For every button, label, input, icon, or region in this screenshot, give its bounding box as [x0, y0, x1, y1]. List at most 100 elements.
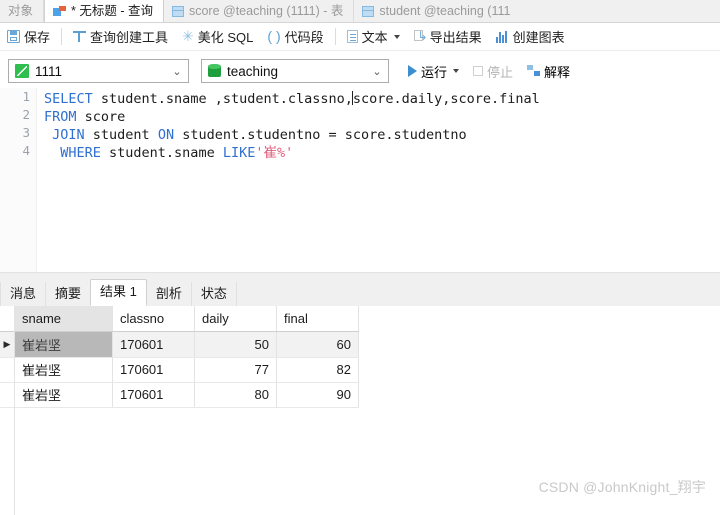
tab-student-table[interactable]: student @teaching (111 — [354, 0, 521, 22]
sql-string: '崔%' — [255, 145, 294, 161]
export-result-button-label: 导出结果 — [429, 30, 482, 45]
connection-select[interactable]: 1111 ⌄ — [8, 59, 189, 83]
tab-objects[interactable]: 对象 — [0, 0, 45, 22]
sql-text: student.sname ,student.classno, — [92, 91, 353, 107]
code-snippet-button-label: 代码段 — [284, 30, 324, 45]
table-row[interactable]: 崔岩坚 170601 80 90 — [0, 382, 359, 408]
watermark: CSDN @JohnKnight_翔宇 — [538, 479, 706, 495]
document-tab-strip: 对象 * 无标题 - 查询 score @teaching (1111) - 表… — [0, 0, 720, 23]
tab-untitled-query[interactable]: * 无标题 - 查询 — [44, 0, 164, 22]
cell-final[interactable]: 60 — [276, 331, 359, 358]
query-builder-icon — [73, 30, 87, 43]
table-row[interactable]: 崔岩坚 170601 77 82 — [0, 357, 359, 383]
text-button-label: 文本 — [361, 30, 388, 45]
export-result-button[interactable]: 导出结果 — [407, 25, 489, 48]
run-button[interactable]: 运行 — [401, 60, 466, 83]
cell-daily[interactable]: 50 — [194, 331, 277, 358]
code-line[interactable]: WHERE student.sname LIKE'崔%' — [44, 144, 720, 162]
cell-daily[interactable]: 77 — [194, 357, 277, 383]
column-header-classno[interactable]: classno — [112, 306, 195, 332]
stop-button[interactable]: 停止 — [466, 60, 520, 83]
column-header-final[interactable]: final — [276, 306, 359, 332]
database-icon — [208, 64, 221, 78]
result-tab-摘要[interactable]: 摘要 — [45, 282, 92, 306]
text-button[interactable]: 文本 — [340, 25, 407, 48]
sql-keyword: SELECT — [44, 91, 93, 107]
navicat-query-window: 对象 * 无标题 - 查询 score @teaching (1111) - 表… — [0, 0, 720, 515]
beautify-sql-button[interactable]: ✳ 美化 SQL — [175, 25, 260, 48]
grid-row-header-strip — [0, 306, 15, 515]
result-tab-剖析[interactable]: 剖析 — [145, 282, 192, 306]
sql-text: student — [84, 127, 158, 143]
column-header-daily[interactable]: daily — [194, 306, 277, 332]
sql-keyword: JOIN — [52, 127, 85, 143]
tab-score-table-label: score @teaching (1111) - 表 — [188, 3, 344, 18]
text-icon — [346, 30, 358, 43]
cell-daily[interactable]: 80 — [194, 382, 277, 408]
line-number-gutter: 1 2 3 4 — [0, 88, 37, 272]
sql-code-area[interactable]: SELECT student.sname ,student.classno,sc… — [44, 90, 720, 162]
query-icon — [53, 5, 67, 17]
code-line[interactable]: SELECT student.sname ,student.classno,sc… — [44, 90, 720, 108]
beautify-icon: ✳ — [182, 28, 194, 44]
code-line[interactable]: JOIN student ON student.studentno = scor… — [44, 126, 720, 144]
snippet-icon: ( ) — [267, 28, 281, 44]
create-chart-button[interactable]: 创建图表 — [489, 25, 572, 48]
save-button[interactable]: 保存 — [0, 25, 57, 48]
chart-icon — [495, 30, 509, 43]
toolbar-separator — [334, 28, 336, 45]
code-line[interactable]: FROM score — [44, 108, 720, 126]
line-number: 4 — [22, 143, 30, 158]
cell-sname[interactable]: 崔岩坚 — [14, 357, 113, 383]
explain-button[interactable]: 解释 — [520, 60, 577, 83]
sql-editor[interactable]: 1 2 3 4 SELECT student.sname ,student.class… — [0, 88, 720, 272]
cell-classno[interactable]: 170601 — [112, 382, 195, 408]
play-icon — [408, 65, 417, 77]
stop-button-label: 停止 — [487, 64, 514, 80]
column-header-sname[interactable]: sname — [14, 306, 113, 332]
database-select[interactable]: teaching ⌄ — [201, 59, 389, 83]
sql-keyword: WHERE — [60, 145, 101, 161]
cell-final[interactable]: 82 — [276, 357, 359, 383]
tab-score-table[interactable]: score @teaching (1111) - 表 — [163, 0, 355, 22]
sql-text: score.daily,score.final — [352, 91, 540, 107]
cell-final[interactable]: 90 — [276, 382, 359, 408]
tab-objects-label: 对象 — [8, 3, 34, 18]
connection-bar: 1111 ⌄ teaching ⌄ 运行 停止 解释 — [0, 55, 720, 87]
chevron-down-icon[interactable] — [393, 34, 400, 39]
save-button-label: 保存 — [24, 30, 51, 45]
run-button-label: 运行 — [421, 64, 448, 80]
sql-text: student.studentno = score.studentno — [174, 127, 467, 143]
code-snippet-button[interactable]: ( ) 代码段 — [260, 25, 330, 48]
chevron-down-icon[interactable] — [453, 69, 460, 73]
query-toolbar: 保存 查询创建工具 ✳ 美化 SQL ( ) 代码段 文本 导出结果 — [0, 23, 720, 51]
table-icon — [171, 5, 184, 17]
sql-keyword: FROM — [44, 109, 77, 125]
result-tab-bar: 消息 摘要 结果 1 剖析 状态 — [0, 279, 720, 307]
line-number: 2 — [22, 107, 30, 122]
cell-classno[interactable]: 170601 — [112, 331, 195, 358]
chevron-down-icon[interactable]: ⌄ — [168, 65, 186, 78]
tab-student-table-label: student @teaching (111 — [379, 3, 511, 18]
line-number: 1 — [22, 89, 30, 104]
query-builder-button[interactable]: 查询创建工具 — [66, 25, 175, 48]
cell-sname[interactable]: 崔岩坚 — [14, 331, 113, 358]
table-icon — [362, 5, 375, 17]
table-header-row: sname classno daily final — [0, 306, 359, 332]
result-tab-消息[interactable]: 消息 — [0, 282, 47, 306]
cell-classno[interactable]: 170601 — [112, 357, 195, 383]
result-tab-状态[interactable]: 状态 — [190, 282, 237, 306]
stop-icon — [473, 66, 484, 76]
sql-keyword: ON — [157, 127, 175, 143]
result-tab-结果-1[interactable]: 结果 1 — [90, 279, 147, 306]
save-icon — [7, 30, 20, 43]
cell-sname[interactable]: 崔岩坚 — [14, 382, 113, 408]
tab-untitled-query-label: * 无标题 - 查询 — [71, 3, 153, 18]
connection-select-value: 1111 — [35, 63, 63, 79]
chevron-down-icon[interactable]: ⌄ — [368, 65, 386, 78]
connection-icon — [15, 64, 29, 78]
table-row[interactable]: ▶ 崔岩坚 170601 50 60 — [0, 331, 359, 358]
line-number: 3 — [22, 125, 30, 140]
result-table: sname classno daily final ▶ 崔岩坚 170601 50 60 崔岩坚 1… — [0, 306, 359, 408]
explain-icon — [527, 65, 541, 77]
